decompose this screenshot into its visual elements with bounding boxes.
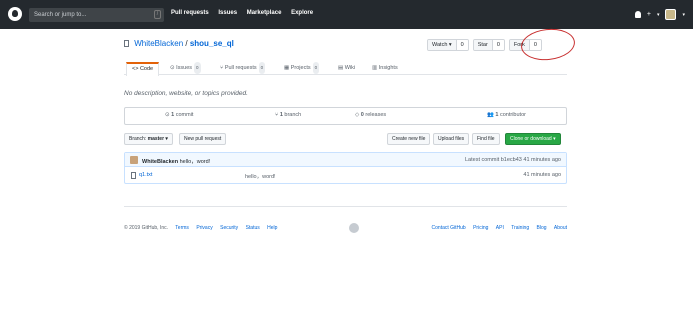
commit-author[interactable]: WhiteBlacken xyxy=(142,159,178,165)
search-placeholder: Search or jump to... xyxy=(34,12,87,18)
latest-commit-info: Latest commit b1ecb43 41 minutes ago xyxy=(464,157,561,163)
footer-link-privacy[interactable]: Privacy xyxy=(196,225,212,231)
repo-owner-link[interactable]: WhiteBlacken xyxy=(134,39,183,48)
file-name-link[interactable]: q1.txt xyxy=(139,172,152,178)
footer-link-security[interactable]: Security xyxy=(220,225,238,231)
nav-marketplace[interactable]: Marketplace xyxy=(247,10,282,16)
latest-commit-bar: WhiteBlacken hello，word! Latest commit b… xyxy=(125,153,566,167)
tab-code-label: Code xyxy=(139,66,154,72)
user-menu-chevron-down-icon[interactable]: ▾ xyxy=(682,12,685,18)
tab-issues[interactable]: ⊙ Issues 0 xyxy=(170,62,201,75)
footer-link-terms[interactable]: Terms xyxy=(175,225,189,231)
tab-pull-requests-count: 0 xyxy=(258,62,266,74)
commit-message[interactable]: hello，word! xyxy=(178,159,211,165)
footer-link-training[interactable]: Training xyxy=(511,225,529,231)
watch-button[interactable]: Watch ▾ 0 xyxy=(427,39,469,51)
file-commit-message[interactable]: hello，word! xyxy=(245,172,276,180)
repo-tabs: <> Code ⊙ Issues 0 ⑂ Pull requests 0 ▦ Pro… xyxy=(124,62,567,76)
code-icon: <> xyxy=(132,66,140,72)
star-count[interactable]: 0 xyxy=(492,40,504,50)
tab-code[interactable]: <> Code xyxy=(126,62,160,76)
red-annotation-circle xyxy=(519,26,577,63)
wiki-book-icon: ▤ xyxy=(338,65,345,71)
footer-link-blog[interactable]: Blog xyxy=(537,225,547,231)
search-shortcut-key: / xyxy=(154,10,161,19)
user-avatar[interactable] xyxy=(665,9,677,20)
tab-wiki-label: Wiki xyxy=(344,65,356,71)
file-row: q1.txt hello，word! 41 minutes ago xyxy=(125,169,566,183)
create-new-file-button[interactable]: Create new file xyxy=(387,133,431,145)
tab-pull-requests-label: Pull requests xyxy=(224,65,257,71)
notifications-bell-icon[interactable] xyxy=(634,11,641,18)
star-button[interactable]: Star 0 xyxy=(472,39,505,51)
tab-pull-requests[interactable]: ⑂ Pull requests 0 xyxy=(220,62,266,75)
commit-summary: WhiteBlacken hello，word! xyxy=(142,157,210,165)
watch-count[interactable]: 0 xyxy=(456,40,468,50)
repo-book-icon xyxy=(124,40,129,47)
contributors-count[interactable]: 👥 1 contributor xyxy=(487,112,526,118)
tab-insights-label: Insights xyxy=(378,65,398,71)
graph-icon: ▥ xyxy=(372,65,379,71)
repo-summary-bar: ⊙ 1 commit ⑂ 1 branch ◇ 0 releases 👥 1 c… xyxy=(124,107,567,125)
footer-link-pricing[interactable]: Pricing xyxy=(473,225,488,231)
upload-files-button[interactable]: Upload files xyxy=(433,133,470,145)
repo-separator: / xyxy=(183,39,190,48)
find-file-button[interactable]: Find file xyxy=(472,133,500,145)
github-logo-icon[interactable] xyxy=(8,7,22,21)
tab-projects[interactable]: ▦ Projects 0 xyxy=(284,62,320,75)
nav-explore[interactable]: Explore xyxy=(291,10,313,16)
new-pull-request-button[interactable]: New pull request xyxy=(179,133,227,145)
file-icon xyxy=(131,172,136,179)
repo-title: WhiteBlacken / shou_se_ql xyxy=(124,39,234,48)
create-new-chevron-down-icon[interactable]: ▾ xyxy=(657,12,660,18)
create-new-plus-icon[interactable]: + xyxy=(647,11,651,18)
footer-copyright: © 2019 GitHub, Inc. xyxy=(124,225,168,231)
footer-link-about[interactable]: About xyxy=(554,225,567,231)
watch-label[interactable]: Watch ▾ xyxy=(428,40,457,50)
tab-issues-count: 0 xyxy=(194,62,201,74)
star-label[interactable]: Star xyxy=(473,40,493,50)
footer-link-status[interactable]: Status xyxy=(246,225,260,231)
tab-issues-label: Issues xyxy=(176,65,193,71)
releases-count[interactable]: ◇ 0 releases xyxy=(355,112,386,118)
footer-link-api[interactable]: API xyxy=(496,225,504,231)
commit-author-avatar[interactable] xyxy=(130,156,138,164)
global-nav: Pull requests Issues Marketplace Explore xyxy=(171,10,321,16)
top-navbar: Search or jump to... / Pull requests Iss… xyxy=(0,0,693,29)
nav-pull-requests[interactable]: Pull requests xyxy=(171,10,209,16)
footer-link-contact[interactable]: Contact GitHub xyxy=(432,225,466,231)
branch-select-button[interactable]: Branch: master ▾ xyxy=(124,133,173,145)
user-menu-area: + ▾ ▾ xyxy=(634,8,685,21)
file-toolbar: Branch: master ▾ New pull request Create… xyxy=(124,133,567,145)
repo-name-link[interactable]: shou_se_ql xyxy=(190,39,234,48)
file-age: 41 minutes ago xyxy=(523,172,561,178)
github-mark-icon[interactable] xyxy=(349,223,359,233)
project-icon: ▦ xyxy=(284,65,291,71)
commit-sha[interactable]: b1ecb43 xyxy=(501,157,522,163)
repo-description: No description, website, or topics provi… xyxy=(124,90,248,97)
footer-link-help[interactable]: Help xyxy=(267,225,277,231)
site-footer: © 2019 GitHub, Inc. Terms Privacy Securi… xyxy=(124,206,567,233)
search-input[interactable]: Search or jump to... / xyxy=(29,8,164,22)
tab-projects-count: 0 xyxy=(312,62,320,74)
file-browser: WhiteBlacken hello，word! Latest commit b… xyxy=(124,152,567,184)
footer-right-links: Contact GitHub Pricing API Training Blog… xyxy=(426,225,567,231)
nav-issues[interactable]: Issues xyxy=(218,10,237,16)
tab-projects-label: Projects xyxy=(290,65,311,71)
branches-count[interactable]: ⑂ 1 branch xyxy=(275,112,301,118)
tab-wiki[interactable]: ▤ Wiki xyxy=(338,62,355,75)
tab-insights[interactable]: ▥ Insights xyxy=(372,62,398,75)
commits-count[interactable]: ⊙ 1 commit xyxy=(165,112,193,118)
clone-or-download-button[interactable]: Clone or download ▾ xyxy=(505,133,561,145)
footer-left-links: © 2019 GitHub, Inc. Terms Privacy Securi… xyxy=(124,225,283,231)
